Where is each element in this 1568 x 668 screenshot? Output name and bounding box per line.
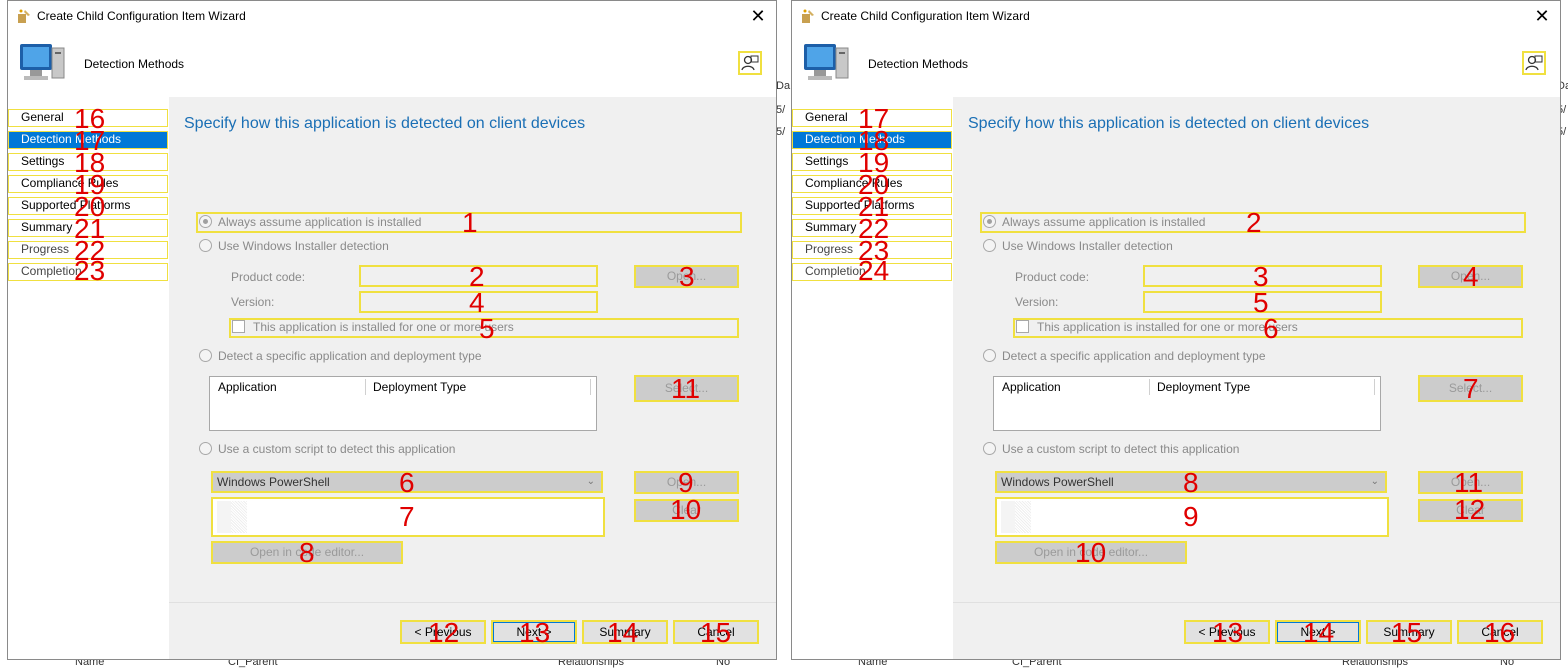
close-button[interactable]: ✕ xyxy=(750,6,766,26)
background-text: Da xyxy=(776,80,791,92)
application-table[interactable]: Application Deployment Type xyxy=(209,376,597,431)
page-title: Detection Methods xyxy=(84,57,185,71)
open-code-editor-button[interactable]: Open in code editor... xyxy=(211,541,403,564)
select-button[interactable]: Select... xyxy=(634,375,739,402)
background-text: 5/ xyxy=(776,126,786,138)
nav-item-completion[interactable]: Completion xyxy=(8,263,168,281)
open-script-button[interactable]: Open... xyxy=(1418,471,1523,494)
select-button[interactable]: Select... xyxy=(1418,375,1523,402)
summary-button[interactable]: Summary xyxy=(582,620,668,644)
previous-button[interactable]: < Previous xyxy=(1184,620,1270,644)
nav-item-settings[interactable]: Settings xyxy=(792,153,952,171)
wizard-sidebar: General Detection Methods Settings Compl… xyxy=(792,97,953,659)
content-heading: Specify how this application is detected… xyxy=(968,115,1370,132)
nav-item-compliance-rules[interactable]: Compliance Rules xyxy=(8,175,168,193)
product-code-field[interactable] xyxy=(1143,265,1382,287)
summary-button[interactable]: Summary xyxy=(1366,620,1452,644)
radio-custom-script[interactable]: Use a custom script to detect this appli… xyxy=(983,440,1239,458)
product-code-label: Product code: xyxy=(231,270,306,284)
help-button[interactable] xyxy=(738,51,762,75)
radio-specific-application[interactable]: Detect a specific application and deploy… xyxy=(983,347,1266,365)
cancel-button[interactable]: Cancel xyxy=(1457,620,1543,644)
radio-always-installed[interactable]: Always assume application is installed xyxy=(983,213,1205,231)
application-table[interactable]: Application Deployment Type xyxy=(993,376,1381,431)
nav-item-summary[interactable]: Summary xyxy=(8,219,168,237)
computer-icon xyxy=(16,38,68,88)
next-button[interactable]: Next > xyxy=(491,620,577,644)
help-button[interactable] xyxy=(1522,51,1546,75)
installed-for-users-checkbox[interactable]: This application is installed for one or… xyxy=(232,320,514,334)
column-deployment-type[interactable]: Deployment Type xyxy=(365,377,590,397)
nav-item-general[interactable]: General xyxy=(8,109,168,127)
wizard-window: Create Child Configuration Item Wizard ✕… xyxy=(791,0,1561,660)
radio-windows-installer[interactable]: Use Windows Installer detection xyxy=(199,237,389,255)
close-button[interactable]: ✕ xyxy=(1534,6,1550,26)
page-title: Detection Methods xyxy=(868,57,969,71)
nav-item-supported-platforms[interactable]: Supported Platforms xyxy=(792,197,952,215)
cancel-button[interactable]: Cancel xyxy=(673,620,759,644)
open-msi-button[interactable]: Open... xyxy=(1418,265,1523,288)
content-heading: Specify how this application is detected… xyxy=(184,115,586,132)
column-deployment-type[interactable]: Deployment Type xyxy=(1149,377,1374,397)
user-help-icon xyxy=(1525,55,1543,71)
computer-icon xyxy=(800,38,852,88)
column-application[interactable]: Application xyxy=(994,377,1149,397)
nav-item-detection-methods[interactable]: Detection Methods xyxy=(8,131,168,149)
product-code-field[interactable] xyxy=(359,265,598,287)
next-button[interactable]: Next > xyxy=(1275,620,1361,644)
nav-item-summary[interactable]: Summary xyxy=(792,219,952,237)
wizard-footer: < Previous Next > Summary Cancel 12 13 1… xyxy=(169,602,776,659)
product-code-label: Product code: xyxy=(1015,270,1090,284)
background-text: 5/ xyxy=(776,104,786,116)
radio-specific-application[interactable]: Detect a specific application and deploy… xyxy=(199,347,482,365)
title-bar: Create Child Configuration Item Wizard ✕ xyxy=(8,1,776,31)
wizard-footer: < Previous Next > Summary Cancel 13 14 1… xyxy=(953,602,1560,659)
nav-item-progress[interactable]: Progress xyxy=(792,241,952,259)
user-help-icon xyxy=(741,55,759,71)
column-separator xyxy=(590,379,591,395)
wizard-content: Specify how this application is detected… xyxy=(953,97,1560,659)
radio-always-installed[interactable]: Always assume application is installed xyxy=(199,213,421,231)
open-msi-button[interactable]: Open... xyxy=(634,265,739,288)
previous-button[interactable]: < Previous xyxy=(400,620,486,644)
script-type-dropdown[interactable]: Windows PowerShell ⌄ xyxy=(211,471,603,493)
chevron-down-icon: ⌄ xyxy=(1370,476,1379,487)
window-title: Create Child Configuration Item Wizard xyxy=(821,9,1030,23)
version-field[interactable] xyxy=(1143,291,1382,313)
nav-item-progress[interactable]: Progress xyxy=(8,241,168,259)
radio-custom-script[interactable]: Use a custom script to detect this appli… xyxy=(199,440,455,458)
wizard-header: Detection Methods xyxy=(792,31,1560,97)
clear-button[interactable]: Clear xyxy=(634,499,739,522)
wizard-header: Detection Methods xyxy=(8,31,776,97)
version-label: Version: xyxy=(1015,295,1059,309)
nav-item-detection-methods[interactable]: Detection Methods xyxy=(792,131,952,149)
nav-item-general[interactable]: General xyxy=(792,109,952,127)
wizard-icon xyxy=(16,8,32,24)
nav-item-completion[interactable]: Completion xyxy=(792,263,952,281)
window-title: Create Child Configuration Item Wizard xyxy=(37,9,246,23)
script-type-dropdown[interactable]: Windows PowerShell ⌄ xyxy=(995,471,1387,493)
version-field[interactable] xyxy=(359,291,598,313)
title-bar: Create Child Configuration Item Wizard ✕ xyxy=(792,1,1560,31)
wizard-icon xyxy=(800,8,816,24)
column-application[interactable]: Application xyxy=(210,377,365,397)
clear-button[interactable]: Clear xyxy=(1418,499,1523,522)
version-label: Version: xyxy=(231,295,275,309)
radio-windows-installer[interactable]: Use Windows Installer detection xyxy=(983,237,1173,255)
chevron-down-icon: ⌄ xyxy=(586,476,595,487)
open-code-editor-button[interactable]: Open in code editor... xyxy=(995,541,1187,564)
wizard-content: Specify how this application is detected… xyxy=(169,97,776,659)
script-editor[interactable] xyxy=(995,497,1389,537)
script-editor[interactable] xyxy=(211,497,605,537)
nav-item-compliance-rules[interactable]: Compliance Rules xyxy=(792,175,952,193)
open-script-button[interactable]: Open... xyxy=(634,471,739,494)
nav-item-supported-platforms[interactable]: Supported Platforms xyxy=(8,197,168,215)
wizard-window: Create Child Configuration Item Wizard ✕… xyxy=(7,0,777,660)
wizard-sidebar: General Detection Methods Settings Compl… xyxy=(8,97,169,659)
nav-item-settings[interactable]: Settings xyxy=(8,153,168,171)
column-separator xyxy=(1374,379,1375,395)
installed-for-users-checkbox[interactable]: This application is installed for one or… xyxy=(1016,320,1298,334)
